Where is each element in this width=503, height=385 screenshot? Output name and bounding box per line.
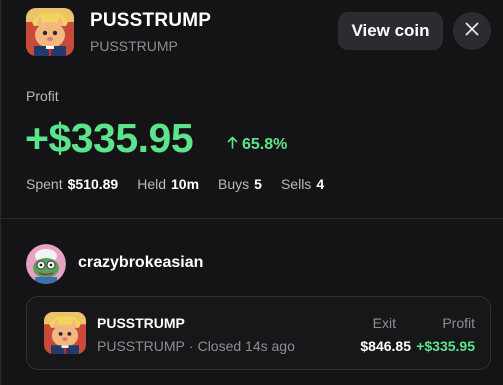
trade-coin-avatar: [44, 312, 86, 354]
stat-sells: Sells 4: [281, 176, 324, 192]
trade-status: Closed 14s ago: [197, 338, 295, 354]
trade-separator: ·: [188, 338, 194, 354]
coin-ticker: PUSSTRUMP: [90, 38, 178, 54]
trade-coin-ticker: PUSSTRUMP: [97, 338, 185, 354]
stat-sells-value: 4: [316, 176, 325, 192]
stat-spent-value: $510.89: [67, 176, 119, 192]
stat-spent: Spent $510.89: [26, 176, 118, 192]
view-coin-button[interactable]: View coin: [338, 12, 443, 50]
stat-held-value: 10m: [171, 176, 200, 192]
stat-buys: Buys 5: [218, 176, 262, 192]
stat-spent-label: Spent: [26, 176, 63, 192]
trade-card[interactable]: PUSSTRUMP PUSSTRUMP · Closed 14s ago Exi…: [26, 296, 491, 370]
arrow-up-icon: [227, 136, 238, 154]
close-button[interactable]: [453, 12, 491, 50]
trade-coin-name: PUSSTRUMP: [97, 315, 185, 331]
stat-held-label: Held: [137, 176, 166, 192]
header: PUSSTRUMP PUSSTRUMP View coin: [1, 0, 503, 70]
profit-amount: +$335.95: [25, 115, 194, 161]
trade-exit-label: Exit: [372, 315, 396, 331]
coin-avatar: [26, 8, 74, 56]
coin-name: PUSSTRUMP: [90, 10, 212, 31]
stat-sells-label: Sells: [280, 176, 312, 192]
trade-profit-value: +$335.95: [416, 338, 475, 354]
stat-buys-value: 5: [254, 176, 262, 192]
trade-subtitle: PUSSTRUMP · Closed 14s ago: [97, 338, 295, 354]
trade-profit-label: Profit: [442, 315, 475, 331]
user-avatar[interactable]: [26, 244, 66, 284]
stat-held: Held 10m: [137, 176, 199, 192]
user-name[interactable]: crazybrokeasian: [78, 254, 203, 272]
stat-buys-label: Buys: [218, 176, 250, 192]
divider: [1, 218, 503, 219]
profit-label: Profit: [26, 88, 59, 104]
profit-percent-value: 65.8%: [242, 136, 288, 153]
trade-exit-value: $846.85: [360, 338, 411, 354]
close-icon: [465, 22, 479, 41]
stats-row: Spent $510.89 Held 10m Buys 5 Sells 4: [26, 176, 324, 192]
profit-percent: 65.8%: [227, 136, 287, 154]
